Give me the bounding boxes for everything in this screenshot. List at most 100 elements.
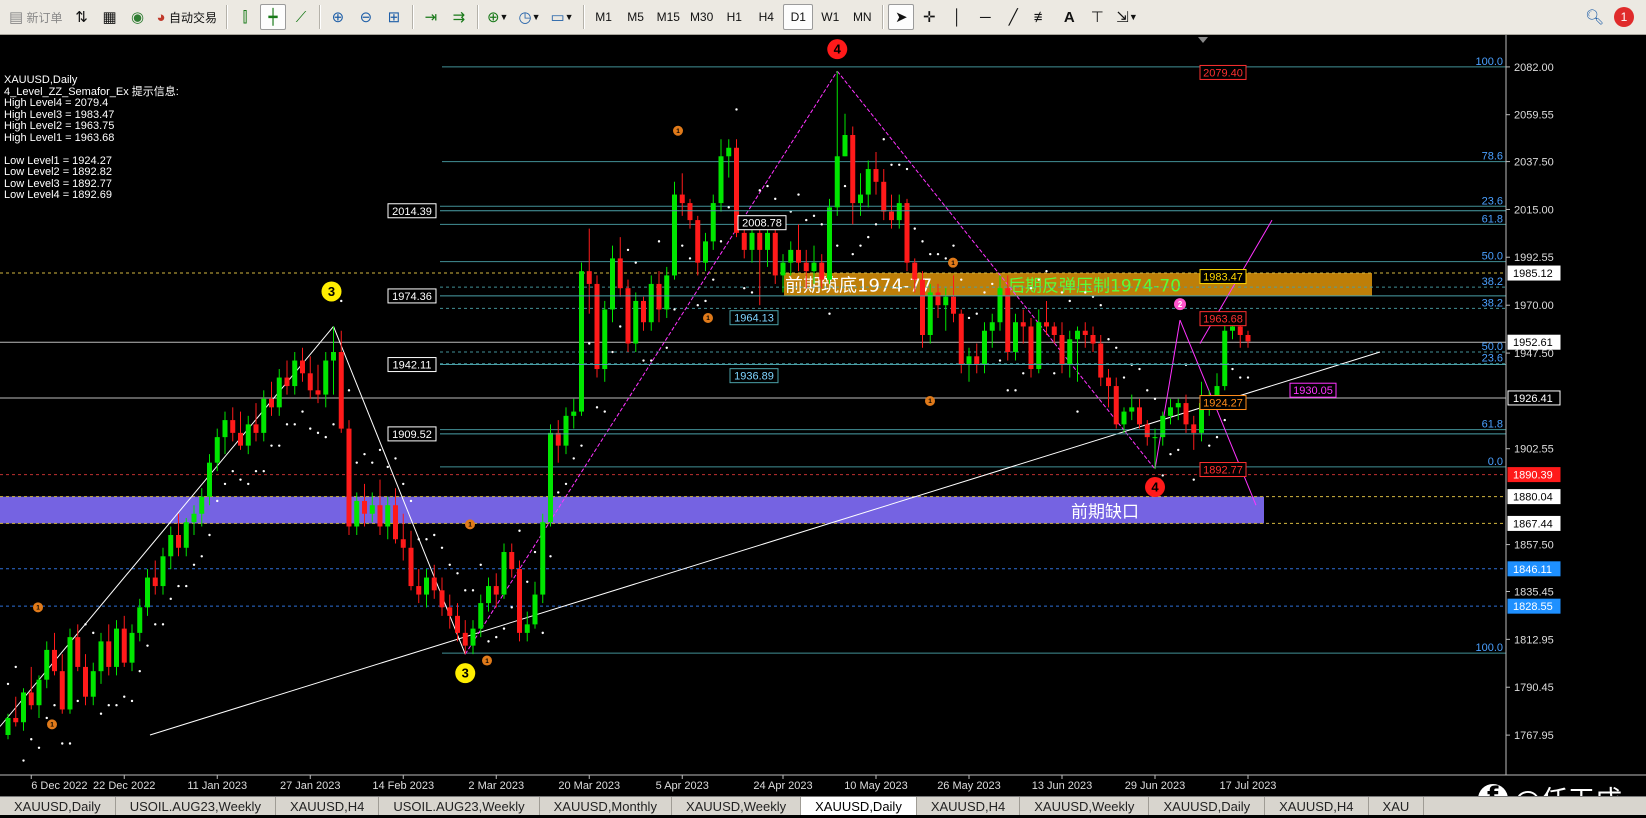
auto-trading-button[interactable]: ◕ 自动交易 [153, 4, 221, 30]
resistance-label-right: 后期反弹压制1974-70 [1008, 277, 1181, 297]
line-chart-button[interactable]: ⟋ [288, 4, 314, 30]
vertical-line-button[interactable]: │ [944, 4, 970, 30]
chart-tab[interactable]: XAUUSD,Daily [1149, 797, 1266, 815]
semafor-value-label: 1983.47 [1203, 272, 1243, 284]
chart-area[interactable]: 前期缺口 前期筑底1974-77 后期反弹压制1974-70 100.0 78.6 23.… [0, 35, 1646, 817]
chart-tab[interactable]: XAUUSD,Weekly [672, 797, 802, 815]
price-tick-label: 1857.50 [1514, 540, 1554, 552]
timeframe-h1-button[interactable]: H1 [719, 4, 749, 30]
indicators-button[interactable]: ⊕ ▼ [483, 4, 513, 30]
chart-tab[interactable]: XAU [1369, 797, 1425, 815]
candle-body [230, 420, 236, 433]
candle [548, 424, 553, 527]
candle-body [36, 679, 42, 706]
sar-dot [192, 563, 196, 566]
sar-dot [402, 482, 405, 486]
templates-button[interactable]: ▭ ▼ [546, 4, 577, 30]
chart-tab[interactable]: XAUUSD,H4 [1265, 797, 1369, 815]
candle-body [951, 296, 956, 314]
candle-body [1152, 437, 1158, 439]
navigator-button[interactable]: ◉ [125, 4, 151, 30]
sar-dot [270, 444, 273, 447]
text-button[interactable]: A [1056, 4, 1082, 30]
candle-body [757, 232, 763, 250]
sar-dot [1161, 474, 1164, 477]
timeframe-m30-button[interactable]: M30 [686, 4, 717, 30]
candle-body [261, 398, 267, 433]
candle-body [1020, 322, 1026, 327]
price-tag-label: 1828.55 [1513, 601, 1553, 613]
chart-shift-button[interactable]: ⇥ [418, 4, 444, 30]
new-order-label: 新订单 [26, 10, 63, 25]
sar-dot [355, 461, 358, 464]
chart-tab[interactable]: XAUUSD,Daily [801, 797, 917, 815]
market-watch-button[interactable]: ⇅ [69, 4, 95, 30]
notification-count: 1 [1614, 7, 1634, 27]
timeframe-d1-button[interactable]: D1 [783, 4, 814, 30]
chart-tab[interactable]: XAUUSD,H4 [917, 797, 1021, 815]
chart-tab[interactable]: XAUUSD,Weekly [1020, 797, 1150, 815]
sar-dot [247, 482, 250, 486]
search-button[interactable]: 🔍︎ [1581, 4, 1608, 30]
chart-tab[interactable]: USOIL.AUG23,Weekly [379, 797, 540, 815]
tile-windows-button[interactable]: ⊞ [381, 4, 407, 30]
timeframe-m15-button[interactable]: M15 [653, 4, 684, 30]
chart-tab[interactable]: XAUUSD,Daily [0, 797, 116, 815]
zoom-out-icon: ⊖ [359, 8, 373, 26]
auto-scroll-button[interactable]: ⇉ [446, 4, 472, 30]
arrows-button[interactable]: ⇲ ▼ [1112, 4, 1142, 30]
sar-dot [363, 452, 366, 456]
timeframe-h4-button[interactable]: H4 [751, 4, 781, 30]
chart-tab[interactable]: XAUUSD,H4 [276, 797, 380, 815]
fibonacci-button[interactable]: ≢ [1028, 4, 1054, 30]
candle-body [741, 232, 747, 250]
trendline-button[interactable]: ╱ [1000, 4, 1026, 30]
candlestick-button[interactable]: ┿ [259, 4, 286, 30]
sar-dot [231, 469, 234, 473]
sar-dot [146, 644, 149, 647]
semafor-value-label: 1892.77 [1203, 465, 1243, 477]
sar-dot [929, 252, 932, 256]
sar-dot [719, 240, 723, 243]
candle-body [555, 432, 561, 446]
candle-body [424, 577, 429, 595]
cursor-button[interactable]: ➤ [888, 4, 915, 30]
candle-body [1144, 424, 1150, 438]
sar-dot [1014, 389, 1017, 392]
dropdown-arrow-icon: ▼ [1128, 11, 1138, 22]
candle [1005, 275, 1011, 361]
candle-body [1168, 407, 1173, 416]
price-chart[interactable]: 前期缺口 前期筑底1974-77 后期反弹压制1974-70 100.0 78.6 23.… [0, 35, 1646, 796]
sar-dot [905, 167, 909, 171]
info-low-level-2: Low Level2 = 1892.82 [4, 166, 112, 179]
zoom-out-button[interactable]: ⊖ [353, 4, 379, 30]
zoom-in-button[interactable]: ⊕ [325, 4, 351, 30]
candle-body [710, 203, 716, 242]
chart-tab[interactable]: USOIL.AUG23,Weekly [116, 797, 276, 815]
fib-level-label: 38.2 [1482, 297, 1503, 309]
timeframe-mn-button[interactable]: MN [847, 4, 877, 30]
horizontal-line-button[interactable]: ─ [972, 4, 998, 30]
periods-button[interactable]: ◷ ▼ [514, 4, 544, 30]
timeframe-w1-button[interactable]: W1 [815, 4, 845, 30]
sar-dot [657, 240, 661, 243]
timeframe-m5-button[interactable]: M5 [621, 4, 651, 30]
data-window-icon: ▦ [102, 8, 117, 26]
sar-dot [890, 163, 893, 166]
candle-body [811, 262, 817, 272]
crosshair-button[interactable]: ✛ [916, 4, 942, 30]
text-label-button[interactable]: ⊤ [1084, 4, 1110, 30]
candle-body [1098, 343, 1104, 378]
time-tick-label: 20 Mar 2023 [558, 780, 620, 792]
chart-tab[interactable]: XAUUSD,Monthly [540, 797, 672, 815]
sar-dot [681, 244, 684, 247]
time-tick-label: 14 Feb 2023 [372, 780, 434, 792]
notification-badge[interactable]: 1 [1610, 4, 1638, 30]
sar-dot [130, 699, 134, 703]
bar-chart-icon: ⫿ [242, 8, 248, 26]
timeframe-m1-button[interactable]: M1 [589, 4, 619, 30]
new-order-button[interactable]: ▤ 新订单 [5, 4, 67, 30]
data-window-button[interactable]: ▦ [97, 4, 123, 30]
sar-dot [913, 227, 916, 230]
bar-chart-button[interactable]: ⫿ [232, 4, 258, 30]
